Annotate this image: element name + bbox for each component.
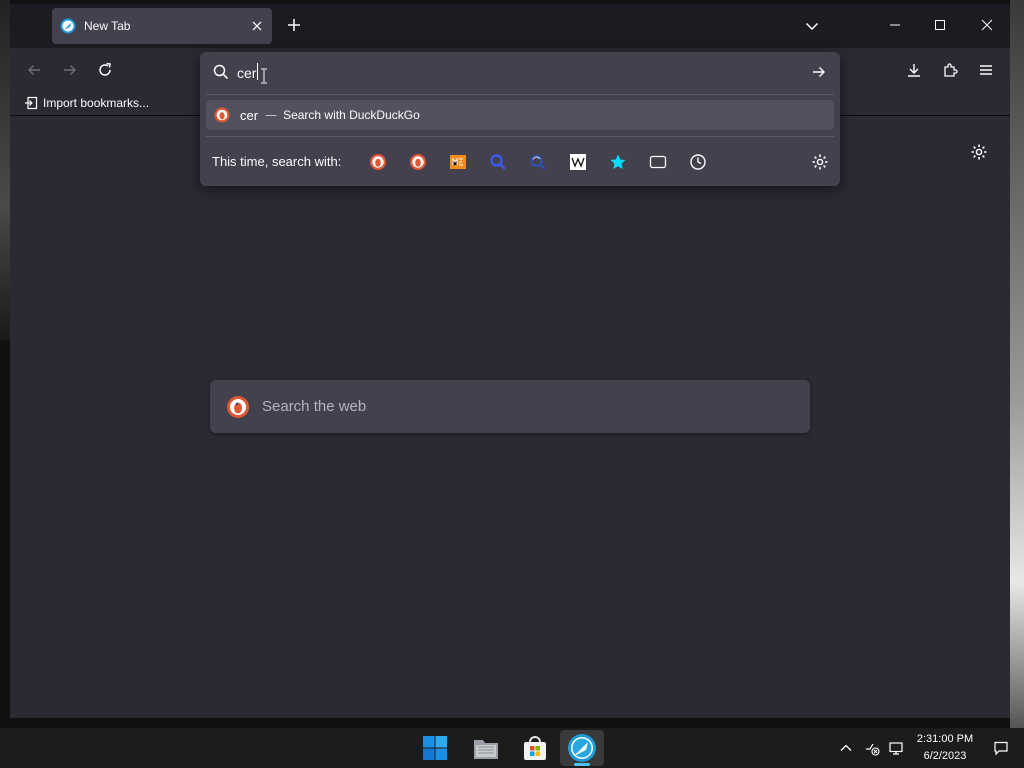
wikipedia-engine-icon[interactable] [569,153,587,171]
maximize-icon[interactable] [933,18,947,32]
browser-window: New Tab Import bookmarks... Search the w… [10,4,1010,718]
web-search-box[interactable]: Search the web [210,380,810,433]
back-arrow-icon[interactable] [26,62,42,78]
network-disconnected-icon[interactable] [864,740,880,756]
browser-logo-icon [568,734,596,762]
notification-icon[interactable] [993,740,1009,756]
text-caret [257,63,258,80]
gear-icon[interactable] [970,143,988,161]
metager-engine-icon[interactable] [449,153,467,171]
tabs-icon[interactable] [649,153,667,171]
duckduckgo-engine-icon[interactable] [369,153,387,171]
store-bag-icon [524,736,546,760]
urlbar-divider [206,94,834,95]
start-button[interactable] [413,730,457,766]
minimize-icon[interactable] [888,18,902,32]
tab-new-tab[interactable]: New Tab [52,8,272,44]
suggestion-separator: — [265,108,278,122]
bookmarks-star-icon[interactable] [609,153,627,171]
urlbar-input-row [200,52,840,92]
extensions-icon[interactable] [942,62,958,78]
import-icon [25,96,38,110]
display-icon[interactable] [888,740,904,756]
close-window-icon[interactable] [980,18,994,32]
system-clock[interactable]: 2:31:00 PM 6/2/2023 [912,731,978,765]
download-icon[interactable] [906,62,922,78]
new-tab-icon[interactable] [286,17,302,33]
search-placeholder: Search the web [262,398,367,415]
tab-strip: New Tab [10,4,1010,48]
chevron-up-icon[interactable] [838,740,854,756]
search-settings-gear-icon[interactable] [811,153,829,171]
urlbar-dropdown: cer — Search with DuckDuckGo This time, … [200,52,840,186]
suggestion-action: Search with DuckDuckGo [283,108,420,122]
browser-logo-icon [60,18,76,34]
searx-engine-icon[interactable] [529,153,547,171]
oneoff-search-bar: This time, search with: [200,142,840,182]
import-bookmarks-label: Import bookmarks... [43,96,150,110]
new-tab-page: Search the web [10,117,1010,718]
duckduckgo-icon [214,107,230,123]
history-clock-icon[interactable] [689,153,707,171]
search-icon [213,64,229,80]
chevron-down-icon[interactable] [804,18,820,34]
suggestion-query: cer [240,107,259,123]
search-engine-magnifier-icon[interactable] [489,153,507,171]
reload-icon[interactable] [97,62,113,78]
windows-logo-icon [423,736,447,760]
clock-date: 6/2/2023 [923,750,967,762]
browser-taskbar-button[interactable] [560,730,604,766]
desktop-edge-left [0,0,10,340]
urlbar-input[interactable] [237,62,797,84]
import-bookmarks-button[interactable]: Import bookmarks... [24,94,149,112]
hamburger-menu-icon[interactable] [978,62,994,78]
ibeam-cursor-icon [261,68,267,84]
oneoff-divider [206,136,834,137]
taskbar: 2:31:00 PM 6/2/2023 [0,728,1024,768]
duckduckgo-logo-icon [227,395,249,418]
oneoff-label: This time, search with: [212,154,342,169]
tab-title: New Tab [84,19,131,33]
close-tab-icon[interactable] [250,19,264,33]
search-suggestion-row[interactable]: cer — Search with DuckDuckGo [206,100,834,130]
go-arrow-icon[interactable] [811,64,827,80]
clock-time: 2:31:00 PM [916,733,974,745]
forward-arrow-icon[interactable] [62,62,78,78]
file-explorer-icon [474,740,498,759]
microsoft-store-button[interactable] [513,730,557,766]
duckduckgo-alt-engine-icon[interactable] [409,153,427,171]
desktop-edge-right [1010,0,1024,728]
file-explorer-button[interactable] [464,730,508,766]
